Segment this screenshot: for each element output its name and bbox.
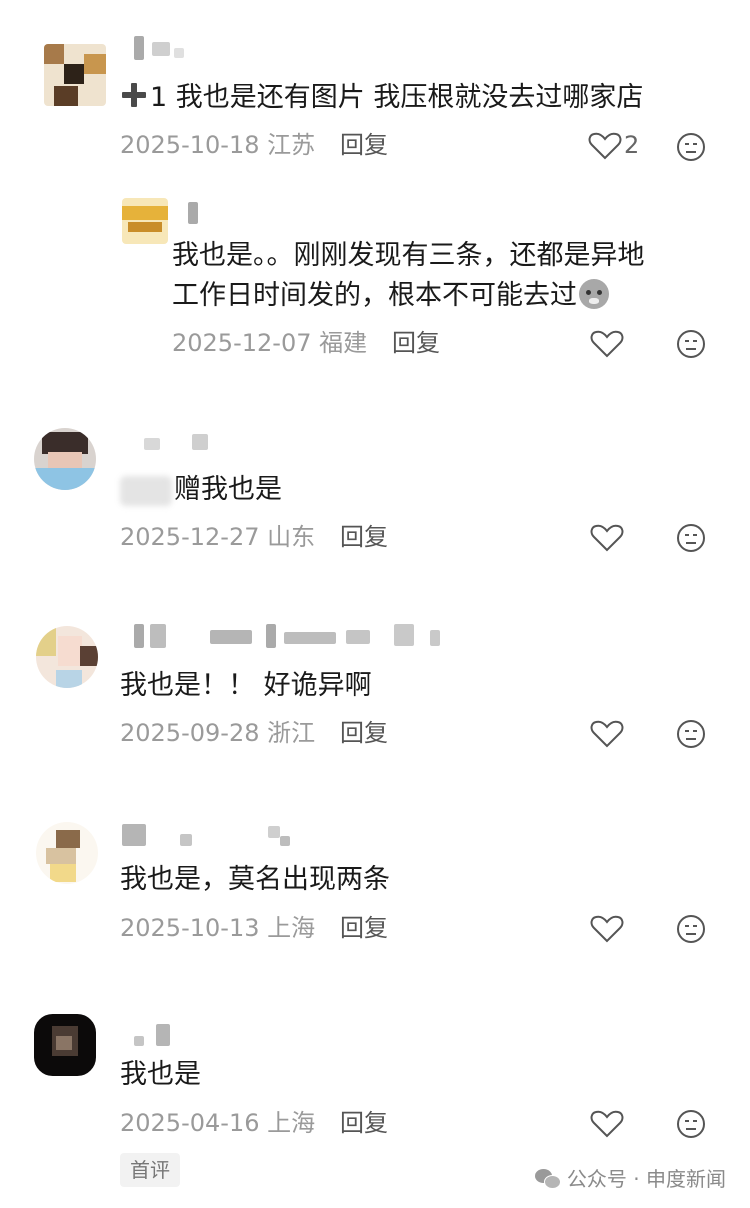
comment-date: 2025-12-07 bbox=[172, 329, 312, 357]
avatar[interactable] bbox=[34, 1014, 96, 1076]
username[interactable] bbox=[188, 202, 208, 228]
comment-text-line2: 工作日时间发的，根本不可能去过 bbox=[172, 276, 609, 316]
neutral-face-icon[interactable] bbox=[676, 329, 706, 359]
neutral-face-icon[interactable] bbox=[676, 523, 706, 553]
username[interactable] bbox=[134, 1024, 194, 1050]
comment-text: 赠我也是 bbox=[120, 470, 282, 510]
username[interactable] bbox=[134, 624, 454, 650]
avatar[interactable] bbox=[122, 198, 168, 244]
neutral-face-icon[interactable] bbox=[676, 132, 706, 162]
cold-sweat-face-emoji-icon bbox=[579, 279, 609, 309]
reply-button[interactable]: 回复 bbox=[392, 328, 440, 358]
neutral-face-icon[interactable] bbox=[676, 914, 706, 944]
heart-outline-icon[interactable] bbox=[590, 1109, 624, 1139]
comment-meta: 2025-04-16 上海 bbox=[120, 1108, 315, 1138]
comment-date: 2025-09-28 bbox=[120, 719, 260, 747]
reply-button[interactable]: 回复 bbox=[340, 130, 388, 160]
reply-button[interactable]: 回复 bbox=[340, 1108, 388, 1138]
avatar[interactable] bbox=[34, 428, 96, 490]
heart-outline-icon[interactable] bbox=[590, 329, 624, 359]
comment-text: 1 我也是还有图片 我压根就没去过哪家店 bbox=[120, 78, 643, 118]
comment-date: 2025-04-16 bbox=[120, 1109, 260, 1137]
comment-location: 上海 bbox=[267, 1109, 316, 1137]
comment-date: 2025-10-13 bbox=[120, 914, 260, 942]
comment-location: 江苏 bbox=[267, 131, 316, 159]
heart-outline-icon[interactable] bbox=[590, 523, 624, 553]
reply-button[interactable]: 回复 bbox=[340, 913, 388, 943]
comment-date: 2025-12-27 bbox=[120, 523, 260, 551]
comment-meta: 2025-12-07 福建 bbox=[172, 328, 367, 358]
watermark: 公众号 · 申度新闻 bbox=[534, 1165, 726, 1193]
comment-location: 福建 bbox=[319, 329, 368, 357]
blurred-mention bbox=[120, 475, 172, 506]
comment-location: 山东 bbox=[267, 523, 316, 551]
neutral-face-icon[interactable] bbox=[676, 719, 706, 749]
wechat-icon bbox=[534, 1169, 561, 1189]
comment-meta: 2025-10-18 江苏 bbox=[120, 130, 315, 160]
avatar[interactable] bbox=[36, 822, 98, 884]
heart-outline-icon[interactable] bbox=[588, 131, 622, 161]
comment-text: 我也是。。刚刚发现有三条，还都是异地 bbox=[172, 240, 645, 271]
comment-text: 我也是，莫名出现两条 bbox=[120, 864, 390, 895]
comment-meta: 2025-10-13 上海 bbox=[120, 913, 315, 943]
comment-location: 上海 bbox=[267, 914, 316, 942]
comment-location: 浙江 bbox=[267, 719, 316, 747]
heart-outline-icon[interactable] bbox=[590, 914, 624, 944]
avatar[interactable] bbox=[36, 626, 98, 688]
username[interactable] bbox=[134, 36, 224, 62]
comment-text: 我也是！！ 好诡异啊 bbox=[120, 670, 372, 701]
like-count: 2 bbox=[624, 131, 640, 159]
comment-meta: 2025-09-28 浙江 bbox=[120, 718, 315, 748]
reply-button[interactable]: 回复 bbox=[340, 718, 388, 748]
first-comment-badge: 首评 bbox=[120, 1153, 180, 1187]
neutral-face-icon[interactable] bbox=[676, 1109, 706, 1139]
username[interactable] bbox=[144, 434, 224, 460]
reply-button[interactable]: 回复 bbox=[340, 522, 388, 552]
avatar[interactable] bbox=[44, 44, 106, 106]
username[interactable] bbox=[122, 824, 302, 850]
comment-text: 我也是 bbox=[120, 1059, 201, 1090]
plus-one-icon bbox=[120, 81, 148, 109]
comment-date: 2025-10-18 bbox=[120, 131, 260, 159]
heart-outline-icon[interactable] bbox=[590, 719, 624, 749]
comment-meta: 2025-12-27 山东 bbox=[120, 522, 315, 552]
